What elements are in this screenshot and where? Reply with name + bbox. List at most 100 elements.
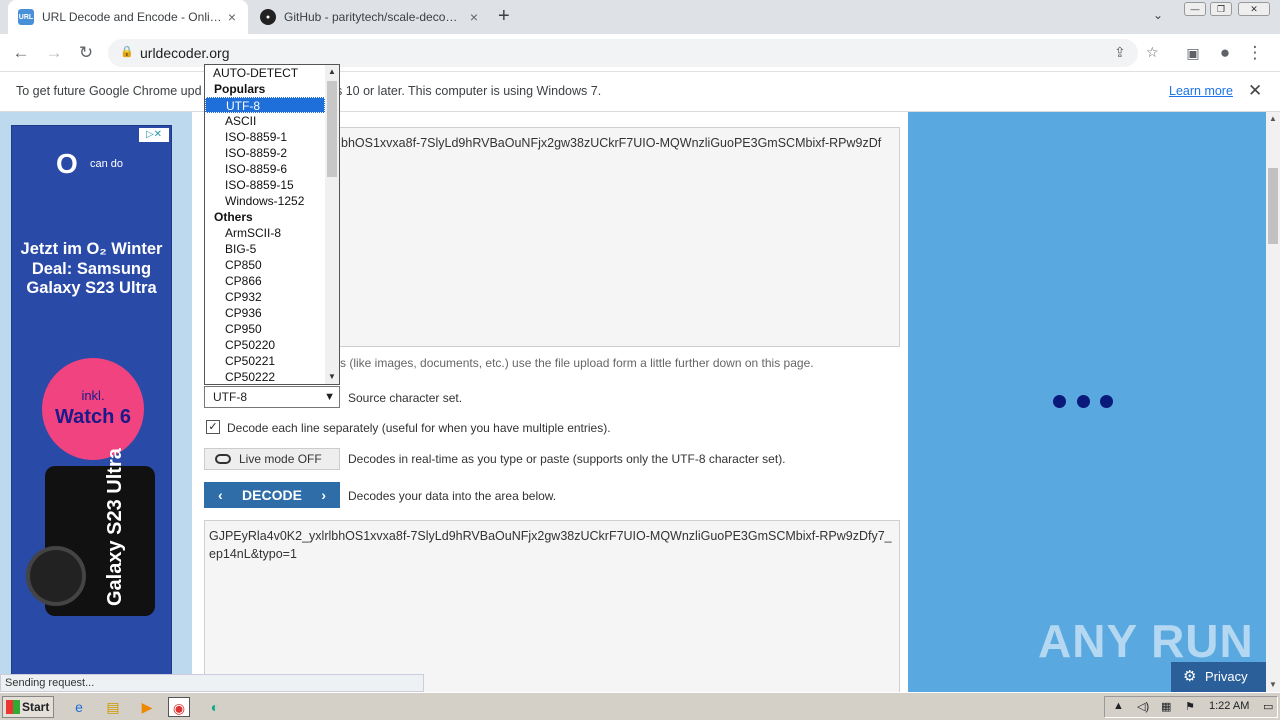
- close-tab-icon[interactable]: ×: [466, 9, 482, 25]
- dropdown-option[interactable]: CP50220: [205, 337, 325, 353]
- address-bar[interactable]: 🔒 urldecoder.org ⇪ ☆: [108, 39, 1159, 67]
- scroll-down-icon[interactable]: ▼: [1266, 678, 1280, 692]
- system-tray: ▲ ◁) ▦ ⚑ 1:22 AM ▭: [1104, 696, 1278, 718]
- urldecoder-favicon-icon: URL: [18, 9, 34, 25]
- minimize-icon[interactable]: —: [1184, 2, 1206, 16]
- dropdown-option[interactable]: ArmSCII-8: [205, 225, 325, 241]
- input-text: bhOS1xvxa8f-7SlyLd9hRVBaOuNFjx2gw38zUCkr…: [341, 136, 882, 150]
- ie-icon[interactable]: e: [68, 697, 90, 717]
- scrollbar-thumb[interactable]: [327, 81, 337, 177]
- ad-product-text: Galaxy S23 Ultra: [104, 448, 126, 606]
- dropdown-scrollbar[interactable]: ▲ ▼: [325, 65, 339, 384]
- reload-icon[interactable]: ↻: [74, 41, 98, 65]
- flag-icon[interactable]: ⚑: [1185, 700, 1195, 713]
- dropdown-option[interactable]: AUTO-DETECT: [205, 65, 325, 81]
- edge-icon[interactable]: ◐: [204, 697, 226, 717]
- loading-dot: [1100, 395, 1113, 408]
- dropdown-option[interactable]: CP866: [205, 273, 325, 289]
- dropdown-option[interactable]: ISO-8859-15: [205, 177, 325, 193]
- scroll-down-icon[interactable]: ▼: [325, 370, 339, 384]
- right-advertisement[interactable]: ANY RUN ⚙ Privacy: [908, 112, 1266, 692]
- loading-dot: [1053, 395, 1066, 408]
- live-mode-button[interactable]: Live mode OFF: [204, 448, 340, 470]
- windows-taskbar: Start e ▤ ▶ ◉ ◐ ▲ ◁) ▦ ⚑ 1:22 AM ▭: [0, 692, 1280, 720]
- dropdown-option[interactable]: ISO-8859-6: [205, 161, 325, 177]
- status-bubble: Sending request...: [0, 674, 424, 692]
- dropdown-option[interactable]: CP950: [205, 321, 325, 337]
- decode-description: Decodes your data into the area below.: [348, 489, 557, 503]
- chevron-left-icon: ‹: [218, 487, 223, 503]
- dropdown-option[interactable]: CP50221: [205, 353, 325, 369]
- gear-icon: ⚙: [1183, 668, 1197, 685]
- o2-logo: O: [56, 148, 78, 179]
- tray-expand-icon[interactable]: ▲: [1113, 700, 1124, 712]
- new-tab-button[interactable]: +: [498, 5, 510, 28]
- network-icon[interactable]: ▦: [1161, 700, 1171, 713]
- privacy-button[interactable]: ⚙ Privacy: [1171, 662, 1266, 692]
- charset-select[interactable]: UTF-8 ▼: [204, 386, 340, 408]
- media-player-icon[interactable]: ▶: [136, 697, 158, 717]
- decode-lines-checkbox[interactable]: ✓: [206, 420, 220, 434]
- start-button[interactable]: Start: [2, 696, 54, 718]
- chevron-right-icon: ›: [321, 487, 326, 503]
- back-icon[interactable]: ←: [9, 41, 33, 65]
- tab-github[interactable]: ● GitHub - paritytech/scale-decode: De ×: [250, 0, 490, 34]
- dropdown-option[interactable]: ISO-8859-2: [205, 145, 325, 161]
- charset-label: Source character set.: [348, 391, 463, 405]
- dropdown-group-label: Others: [214, 210, 253, 224]
- ad-badge: inkl. Watch 6: [42, 358, 144, 460]
- dropdown-option[interactable]: CP50222: [205, 369, 325, 384]
- close-window-icon[interactable]: ✕: [1238, 2, 1270, 16]
- bookmark-star-icon[interactable]: ☆: [1146, 44, 1159, 61]
- page-scrollbar[interactable]: ▲ ▼: [1266, 112, 1280, 692]
- dropdown-option[interactable]: BIG-5: [205, 241, 325, 257]
- decode-button[interactable]: ‹ DECODE ›: [204, 482, 340, 508]
- folder-icon[interactable]: ▤: [102, 697, 124, 717]
- tab-search-icon[interactable]: ⌄: [1153, 8, 1163, 22]
- scrollbar-thumb[interactable]: [1268, 168, 1278, 244]
- dropdown-option[interactable]: CP932: [205, 289, 325, 305]
- scroll-up-icon[interactable]: ▲: [325, 65, 339, 79]
- live-mode-label: Live mode OFF: [239, 452, 322, 466]
- left-advertisement[interactable]: ▷✕ O can do Jetzt im O₂ Winter Deal: Sam…: [11, 125, 172, 685]
- loading-dot: [1077, 395, 1090, 408]
- restore-icon[interactable]: ❐: [1210, 2, 1232, 16]
- charset-dropdown-list[interactable]: AUTO-DETECT Populars UTF-8 ASCII ISO-8859-1 I…: [204, 64, 340, 385]
- tab-title: GitHub - paritytech/scale-decode: De: [284, 10, 464, 24]
- chevron-down-icon: ▼: [324, 391, 335, 403]
- tab-urldecoder[interactable]: URL URL Decode and Encode - Online ×: [8, 0, 248, 34]
- chrome-icon[interactable]: ◉: [168, 697, 190, 717]
- show-desktop-icon[interactable]: ▭: [1263, 700, 1273, 713]
- close-infobar-icon[interactable]: ✕: [1248, 81, 1262, 101]
- volume-icon[interactable]: ◁): [1137, 700, 1149, 713]
- close-tab-icon[interactable]: ×: [224, 9, 240, 25]
- chrome-infobar: To get future Google Chrome upd s 10 or …: [0, 72, 1280, 112]
- ad-choices-icon[interactable]: ▷✕: [139, 128, 169, 142]
- scroll-up-icon[interactable]: ▲: [1266, 112, 1280, 126]
- dropdown-option[interactable]: Windows-1252: [205, 193, 325, 209]
- dropdown-option[interactable]: CP936: [205, 305, 325, 321]
- learn-more-link[interactable]: Learn more: [1169, 84, 1233, 98]
- output-text: GJPEyRla4v0K2_yxlrlbhOS1xvxa8f-7SlyLd9hR…: [209, 529, 892, 561]
- clock[interactable]: 1:22 AM: [1209, 700, 1249, 712]
- dropdown-option[interactable]: UTF-8: [205, 97, 325, 113]
- tab-strip: URL URL Decode and Encode - Online × ● G…: [0, 0, 1280, 34]
- profile-avatar-icon[interactable]: ●: [1213, 41, 1237, 65]
- forward-icon[interactable]: →: [42, 41, 66, 65]
- toggle-icon: [215, 454, 231, 464]
- side-panel-icon[interactable]: ▣: [1181, 41, 1205, 65]
- menu-kebab-icon[interactable]: ⋮: [1243, 41, 1267, 65]
- windows-logo-icon: [6, 700, 20, 714]
- page-viewport: ▷✕ O can do Jetzt im O₂ Winter Deal: Sam…: [0, 112, 1266, 692]
- output-textarea[interactable]: GJPEyRla4v0K2_yxlrlbhOS1xvxa8f-7SlyLd9hR…: [204, 520, 900, 692]
- dropdown-option[interactable]: CP850: [205, 257, 325, 273]
- dropdown-group-label: Populars: [214, 82, 266, 96]
- decode-lines-label: Decode each line separately (useful for …: [227, 421, 611, 435]
- share-icon[interactable]: ⇪: [1114, 44, 1126, 61]
- badge-bottom-text: Watch 6: [55, 406, 131, 428]
- start-label: Start: [22, 700, 50, 714]
- dropdown-option[interactable]: ISO-8859-1: [205, 129, 325, 145]
- anyrun-watermark: ANY RUN: [1038, 615, 1254, 667]
- dropdown-option[interactable]: ASCII: [205, 113, 325, 129]
- privacy-label: Privacy: [1205, 669, 1248, 684]
